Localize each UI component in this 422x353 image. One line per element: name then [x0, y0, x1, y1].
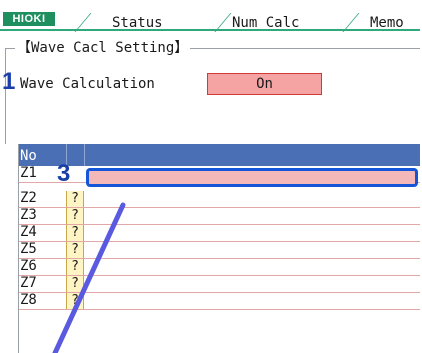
table-row-z7[interactable]: Z7 ? — [18, 275, 420, 293]
row-label: Z8 — [20, 292, 37, 308]
table-row-z6[interactable]: Z6 ? — [18, 258, 420, 276]
wave-calculation-label: Wave Calculation — [20, 76, 155, 92]
table-row-z5[interactable]: Z5 ? — [18, 241, 420, 259]
hioki-logo: HIOKI — [3, 12, 55, 26]
tab-bar: HIOKI Status Num Calc Memo — [0, 5, 420, 35]
row-status-flag: ? — [66, 259, 84, 275]
row-label: Z5 — [20, 241, 37, 257]
row-expression-field[interactable] — [84, 242, 420, 258]
row-label: Z4 — [20, 224, 37, 240]
row-status-flag: ? — [66, 276, 84, 292]
wave-calculation-toggle[interactable]: On — [207, 73, 322, 95]
row-label: Z6 — [20, 258, 37, 274]
table-header: No — [18, 144, 420, 166]
row-expression-field[interactable] — [84, 208, 420, 224]
row-label: Z7 — [20, 275, 37, 291]
row-label: Z2 — [20, 190, 37, 206]
table-row-z8[interactable]: Z8 ? — [18, 292, 420, 310]
column-header-no: No — [20, 148, 37, 164]
wave-calc-setting-section: 【Wave Cacl Setting】 1 Wave Calculation O… — [0, 32, 420, 144]
wave-calc-screen: HIOKI Status Num Calc Memo 【Wave Cacl Se… — [0, 0, 422, 353]
row-expression-field[interactable] — [84, 225, 420, 241]
header-divider — [84, 144, 85, 166]
row-expression-field[interactable] — [84, 191, 420, 207]
step-marker-1: 1 — [2, 68, 16, 95]
row-status-flag: ? — [66, 208, 84, 224]
row-status-flag: ? — [66, 242, 84, 258]
row-z1-expression-field-selected[interactable] — [86, 168, 418, 187]
step-marker-3: 3 — [57, 160, 71, 187]
row-status-flag: ? — [66, 225, 84, 241]
row-expression-field[interactable] — [84, 293, 420, 309]
calculation-table: No Z1 Z2 ? Z3 ? Z4 ? Z5 ? Z6 ? Z7 ? Z8 ?… — [18, 144, 420, 353]
row-expression-field[interactable] — [84, 276, 420, 292]
tab-bar-underline — [0, 29, 420, 31]
row-status-flag: ? — [66, 191, 84, 207]
row-label: Z1 — [20, 165, 37, 181]
section-title: 【Wave Cacl Setting】 — [15, 39, 191, 57]
row-status-flag: ? — [66, 293, 84, 309]
row-expression-field[interactable] — [84, 259, 420, 275]
table-row-z3[interactable]: Z3 ? — [18, 207, 420, 225]
table-left-border — [18, 144, 19, 353]
table-row-z4[interactable]: Z4 ? — [18, 224, 420, 242]
table-row-z2[interactable]: Z2 ? — [18, 190, 420, 208]
row-label: Z3 — [20, 207, 37, 223]
section-frame-left — [5, 48, 6, 144]
